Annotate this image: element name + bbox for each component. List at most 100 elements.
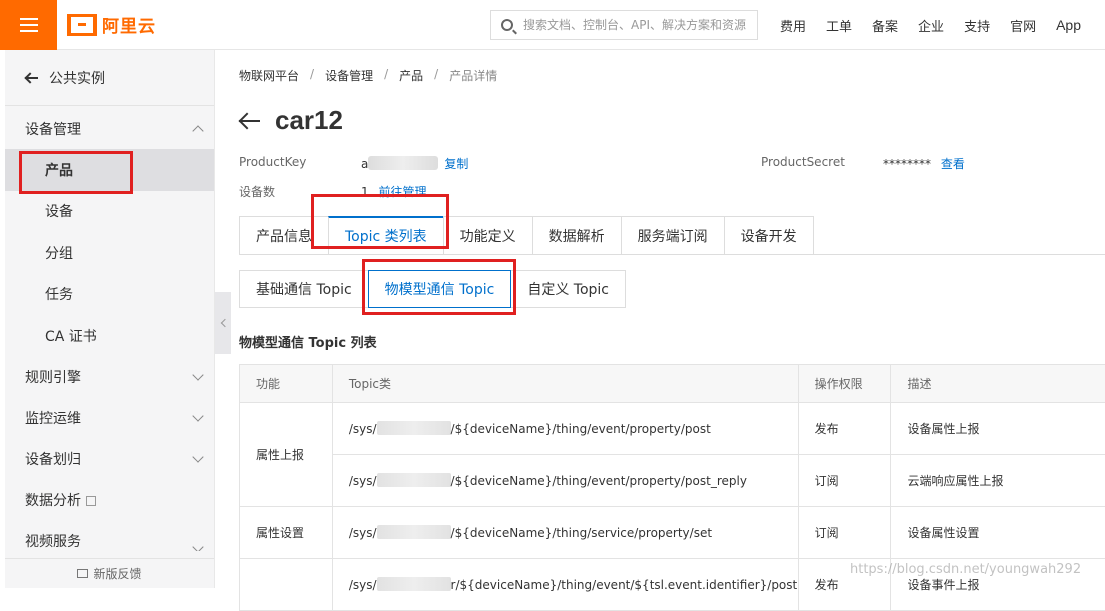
cell-topic: /sys//${deviceName}/thing/service/proper… <box>332 507 798 559</box>
sidebar-group-device-assign[interactable]: 设备划归 <box>5 439 214 480</box>
breadcrumb-separator: / <box>384 67 388 84</box>
logo-text: 阿里云 <box>102 12 156 37</box>
sidebar-item-label: 产品 <box>45 160 73 180</box>
chevron-down-icon <box>192 369 203 380</box>
top-nav: 费用 工单 备案 企业 支持 官网 App <box>780 0 1101 50</box>
group-label: 视频服务 <box>25 531 81 551</box>
nav-official-site[interactable]: 官网 <box>1010 16 1036 35</box>
sidebar-item-product[interactable]: 产品 <box>5 149 214 191</box>
group-label: 数据分析 <box>25 493 81 509</box>
back-arrow-icon[interactable] <box>239 113 261 129</box>
redacted-blur <box>377 473 451 487</box>
column-header-function: 功能 <box>240 365 333 403</box>
sidebar-item-group[interactable]: 分组 <box>5 232 214 274</box>
feedback-button[interactable]: 新版反馈 <box>5 558 214 588</box>
cell-function: 属性设置 <box>240 507 333 559</box>
aliyun-logo[interactable]: 阿里云 <box>67 12 156 37</box>
view-secret-link[interactable]: 查看 <box>941 157 965 171</box>
sidebar-item-device[interactable]: 设备 <box>5 191 214 233</box>
feedback-icon <box>77 569 88 578</box>
cell-function <box>240 559 333 611</box>
search-icon <box>501 19 513 31</box>
back-to-instances[interactable]: 公共实例 <box>5 50 214 106</box>
table-row: 属性设置 /sys//${deviceName}/thing/service/p… <box>240 507 1105 559</box>
redacted-blur <box>377 421 451 435</box>
tab-feature-definition[interactable]: 功能定义 <box>443 216 533 254</box>
product-secret-label: ProductSecret <box>761 155 845 169</box>
tab-topic-list[interactable]: Topic 类列表 <box>328 216 444 254</box>
feedback-label: 新版反馈 <box>93 565 141 582</box>
nav-icp-filing[interactable]: 备案 <box>872 16 898 35</box>
chevron-up-icon <box>192 125 203 136</box>
back-label: 公共实例 <box>49 68 105 88</box>
sidebar: 公共实例 设备管理 产品 设备 分组 任务 CA 证书 规则引擎 监控运维 设备… <box>5 50 215 588</box>
sidebar-group-device-management[interactable]: 设备管理 <box>5 108 214 149</box>
page-title: car12 <box>275 105 343 136</box>
tab-server-subscription[interactable]: 服务端订阅 <box>621 216 725 254</box>
sidebar-item-label: 分组 <box>45 243 73 263</box>
search-input[interactable] <box>523 18 748 32</box>
cell-permission: 发布 <box>798 403 891 455</box>
tab-data-parsing[interactable]: 数据解析 <box>532 216 622 254</box>
menu-button[interactable] <box>0 0 57 50</box>
breadcrumb-iot-platform[interactable]: 物联网平台 <box>239 67 299 84</box>
topic-subtabs: 基础通信 Topic 物模型通信 Topic 自定义 Topic <box>239 270 625 308</box>
nav-support[interactable]: 支持 <box>964 16 990 35</box>
chevron-down-icon <box>192 410 203 421</box>
breadcrumb-device-management[interactable]: 设备管理 <box>325 67 373 84</box>
sidebar-item-ca-cert[interactable]: CA 证书 <box>5 315 214 357</box>
breadcrumb: 物联网平台 / 设备管理 / 产品 / 产品详情 <box>239 67 497 84</box>
nav-enterprise[interactable]: 企业 <box>918 16 944 35</box>
subtab-thing-model-topic[interactable]: 物模型通信 Topic <box>368 270 512 308</box>
breadcrumb-product-detail: 产品详情 <box>449 67 497 84</box>
sidebar-item-data-analysis[interactable]: 数据分析 <box>5 480 214 521</box>
label-text: 设备数 <box>239 185 275 199</box>
redacted-blur <box>377 525 451 539</box>
tab-device-development[interactable]: 设备开发 <box>724 216 814 254</box>
cell-topic: /sys/r/${deviceName}/thing/event/${tsl.e… <box>332 559 798 611</box>
nav-app[interactable]: App <box>1056 17 1081 33</box>
topic-prefix: /sys/ <box>349 578 377 592</box>
watermark-text: https://blog.csdn.net/youngwah292 <box>850 562 1081 577</box>
sidebar-item-task[interactable]: 任务 <box>5 274 214 316</box>
column-header-description: 描述 <box>891 365 1105 403</box>
cell-function: 属性上报 <box>240 403 333 507</box>
sidebar-group-rule-engine[interactable]: 规则引擎 <box>5 357 214 398</box>
sidebar-collapse-handle[interactable] <box>215 292 231 354</box>
top-bar: 阿里云 费用 工单 备案 企业 支持 官网 App <box>0 0 1105 50</box>
tab-product-info[interactable]: 产品信息 <box>239 216 329 254</box>
device-count-value: 1 前往管理 <box>361 183 426 200</box>
logo-mark-icon <box>67 14 97 36</box>
cell-description: 云端响应属性上报 <box>891 455 1105 507</box>
subtab-basic-topic[interactable]: 基础通信 Topic <box>239 270 369 308</box>
copy-link[interactable]: 复制 <box>444 157 468 171</box>
product-key-text: a <box>361 157 368 171</box>
sidebar-group-video[interactable]: 视频服务 <box>5 521 214 551</box>
cell-permission: 订阅 <box>798 507 891 559</box>
manage-devices-link[interactable]: 前往管理 <box>378 185 426 199</box>
nav-fees[interactable]: 费用 <box>780 16 806 35</box>
topic-prefix: /sys/ <box>349 422 377 436</box>
external-link-icon <box>86 496 96 506</box>
cell-topic: /sys/ /${deviceName}/thing/event/property… <box>332 455 798 507</box>
search-box[interactable] <box>490 10 758 40</box>
chevron-down-icon <box>192 451 203 462</box>
title-row: car12 <box>239 105 343 136</box>
secret-mask: ******** <box>883 157 931 171</box>
sidebar-item-label: 任务 <box>45 284 73 304</box>
main-content: 物联网平台 / 设备管理 / 产品 / 产品详情 car12 ProductKe… <box>239 50 1105 588</box>
breadcrumb-separator: / <box>434 67 438 84</box>
sidebar-group-monitoring[interactable]: 监控运维 <box>5 398 214 439</box>
sidebar-item-label: 设备 <box>45 201 73 221</box>
device-count: 1 <box>361 185 369 199</box>
chevron-down-icon <box>192 541 203 551</box>
subtab-custom-topic[interactable]: 自定义 Topic <box>510 270 626 308</box>
breadcrumb-product[interactable]: 产品 <box>399 67 423 84</box>
topic-prefix: /sys/ <box>349 474 377 488</box>
sidebar-item-label: CA 证书 <box>45 326 97 346</box>
topic-suffix: /${deviceName}/thing/event/property/post… <box>451 474 747 488</box>
group-label: 监控运维 <box>25 408 81 428</box>
product-secret-value: ******** 查看 <box>883 155 965 172</box>
nav-tickets[interactable]: 工单 <box>826 16 852 35</box>
chevron-left-icon <box>220 319 228 327</box>
